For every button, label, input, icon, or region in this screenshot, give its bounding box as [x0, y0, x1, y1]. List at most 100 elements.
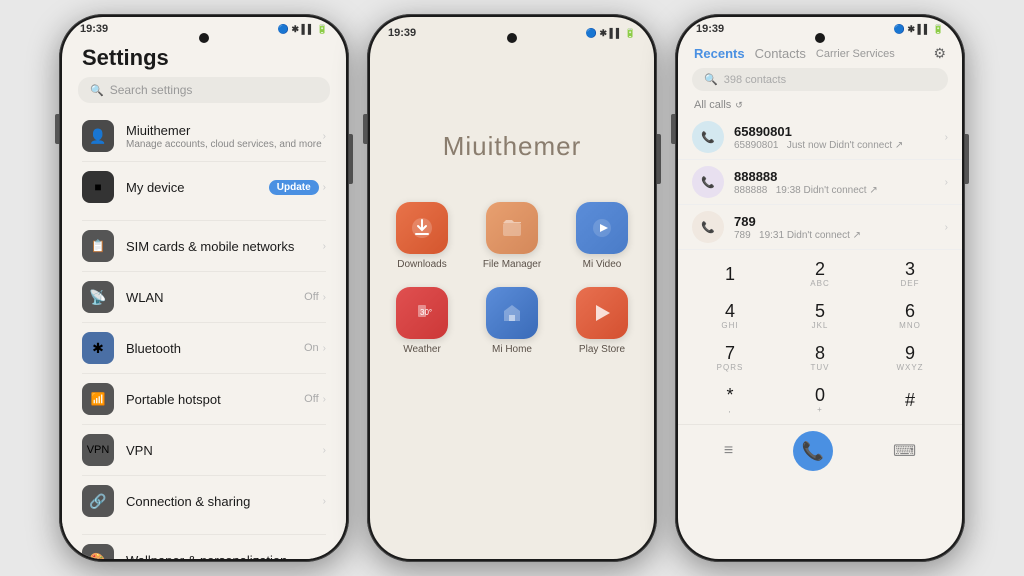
hotspot-right: Off › — [304, 393, 326, 405]
gear-icon[interactable]: ⚙ — [933, 45, 946, 62]
mydevice-text: My device — [126, 180, 269, 195]
call-info-3: 789 789 19:31 Didn't connect ↗ — [734, 214, 945, 241]
wlan-text: WLAN — [126, 290, 304, 305]
dial-key-hash[interactable]: # — [866, 380, 954, 420]
settings-item-sim[interactable]: 📋 SIM cards & mobile networks › — [62, 221, 346, 271]
refresh-icon: ↺ — [735, 100, 743, 111]
punch-hole-2 — [507, 33, 517, 43]
miuithemer-icon: 👤 — [82, 120, 114, 152]
sim-label: SIM cards & mobile networks — [126, 239, 323, 254]
update-badge[interactable]: Update — [269, 180, 319, 195]
wallpaper-icon: 🎨 — [82, 544, 114, 559]
downloads-label: Downloads — [397, 259, 446, 271]
dial-key-0[interactable]: 0+ — [776, 380, 864, 420]
call-info-2: 888888 888888 19:38 Didn't connect ↗ — [734, 169, 945, 196]
search-placeholder: Search settings — [110, 83, 193, 97]
spacer-1 — [62, 212, 346, 220]
keypad-icon[interactable]: ⌨ — [893, 441, 916, 461]
call-info-1: 65890801 65890801 Just now Didn't connec… — [734, 124, 945, 151]
tab-recents[interactable]: Recents — [694, 46, 745, 61]
dial-key-2[interactable]: 2ABC — [776, 254, 864, 294]
call-number-1: 65890801 — [734, 124, 945, 139]
miuithemer-label: Miuithemer — [126, 123, 323, 138]
miui-screen: 19:39 🔵 ✱ ▌▌ 🔋 Miuithemer Downloads File… — [370, 17, 654, 559]
app-item-playstore[interactable]: Play Store — [567, 287, 637, 356]
search-placeholder-contacts: 398 contacts — [724, 74, 786, 86]
settings-item-hotspot[interactable]: 📶 Portable hotspot Off › — [62, 374, 346, 424]
app-item-mihome[interactable]: Mi Home — [477, 287, 547, 356]
punch-hole — [199, 33, 209, 43]
weather-icon: 30° — [396, 287, 448, 339]
weather-label: Weather — [403, 344, 441, 356]
settings-item-mydevice[interactable]: ■ My device Update › — [62, 162, 346, 212]
call-button[interactable]: 📞 — [793, 431, 833, 471]
hotspot-label: Portable hotspot — [126, 392, 304, 407]
tab-carrier[interactable]: Carrier Services — [816, 48, 895, 60]
dial-key-6[interactable]: 6MNO — [866, 296, 954, 336]
app-item-filemanager[interactable]: File Manager — [477, 202, 547, 271]
dial-key-7[interactable]: 7PQRS — [686, 338, 774, 378]
bluetooth-icon: ✱ — [82, 332, 114, 364]
app-item-downloads[interactable]: Downloads — [387, 202, 457, 271]
call-item-1[interactable]: 📞 65890801 65890801 Just now Didn't conn… — [678, 115, 962, 160]
punch-hole-3 — [815, 33, 825, 43]
connection-label: Connection & sharing — [126, 494, 323, 509]
tab-group: Recents Contacts Carrier Services — [694, 46, 895, 61]
settings-item-bluetooth[interactable]: ✱ Bluetooth On › — [62, 323, 346, 373]
vpn-chevron: › — [323, 445, 326, 456]
call-chevron-3: › — [945, 222, 948, 233]
playstore-icon — [576, 287, 628, 339]
phone-contacts: 19:39 🔵 ✱ ▌▌ 🔋 Recents Contacts Carrier … — [675, 14, 965, 562]
mivideo-label: Mi Video — [583, 259, 622, 271]
settings-item-wallpaper[interactable]: 🎨 Wallpaper & personalization › — [62, 535, 346, 559]
dial-key-3[interactable]: 3DEF — [866, 254, 954, 294]
wlan-status: Off — [304, 291, 318, 303]
wlan-icon: 📡 — [82, 281, 114, 313]
tab-contacts[interactable]: Contacts — [755, 46, 806, 61]
dial-key-4[interactable]: 4GHI — [686, 296, 774, 336]
settings-item-miuithemer[interactable]: 👤 Miuithemer Manage accounts, cloud serv… — [62, 111, 346, 161]
miui-title: Miuithemer — [443, 131, 582, 162]
settings-item-connection[interactable]: 🔗 Connection & sharing › — [62, 476, 346, 526]
mivideo-icon — [576, 202, 628, 254]
dial-key-9[interactable]: 9WXYZ — [866, 338, 954, 378]
chevron-icon: › — [323, 131, 326, 142]
settings-item-vpn[interactable]: VPN VPN › — [62, 425, 346, 475]
phone-settings: 19:39 🔵 ✱ ▌▌ 🔋 Settings 🔍 Search setting… — [59, 14, 349, 562]
app-item-mivideo[interactable]: Mi Video — [567, 202, 637, 271]
call-item-2[interactable]: 📞 888888 888888 19:38 Didn't connect ↗ › — [678, 160, 962, 205]
call-detail-3: 789 19:31 Didn't connect ↗ — [734, 230, 945, 241]
vpn-label: VPN — [126, 443, 323, 458]
dial-key-star[interactable]: *, — [686, 380, 774, 420]
dial-key-8[interactable]: 8TUV — [776, 338, 864, 378]
status-icons-1: 🔵 ✱ ▌▌ 🔋 — [278, 24, 328, 35]
status-icons-2: 🔵 ✱ ▌▌ 🔋 — [586, 28, 636, 39]
dial-key-5[interactable]: 5JKL — [776, 296, 864, 336]
contacts-search[interactable]: 🔍 398 contacts — [692, 68, 948, 91]
call-item-3[interactable]: 📞 789 789 19:31 Didn't connect ↗ › — [678, 205, 962, 250]
call-number-3: 789 — [734, 214, 945, 229]
app-item-weather[interactable]: 30° Weather — [387, 287, 457, 356]
contacts-screen: 19:39 🔵 ✱ ▌▌ 🔋 Recents Contacts Carrier … — [678, 17, 962, 559]
spacer-2 — [62, 526, 346, 534]
settings-item-wlan[interactable]: 📡 WLAN Off › — [62, 272, 346, 322]
hotspot-text: Portable hotspot — [126, 392, 304, 407]
app-grid: Downloads File Manager Mi Video 3 — [387, 202, 637, 356]
menu-icon[interactable]: ≡ — [724, 442, 733, 460]
call-chevron-2: › — [945, 177, 948, 188]
search-icon: 🔍 — [90, 84, 104, 97]
dial-key-1[interactable]: 1 — [686, 254, 774, 294]
filemanager-label: File Manager — [483, 259, 541, 271]
status-time-2: 19:39 — [388, 27, 416, 39]
bluetooth-status: On — [304, 342, 319, 354]
sim-text: SIM cards & mobile networks — [126, 239, 323, 254]
miuithemer-text: Miuithemer Manage accounts, cloud servic… — [126, 123, 323, 150]
call-avatar-2: 📞 — [692, 166, 724, 198]
connection-chevron: › — [323, 496, 326, 507]
settings-search-bar[interactable]: 🔍 Search settings — [78, 77, 330, 103]
bottom-bar: ≡ 📞 ⌨ — [678, 424, 962, 477]
bluetooth-right: On › — [304, 342, 326, 354]
vpn-text: VPN — [126, 443, 323, 458]
wallpaper-label: Wallpaper & personalization — [126, 553, 323, 560]
wallpaper-text: Wallpaper & personalization — [126, 553, 323, 560]
